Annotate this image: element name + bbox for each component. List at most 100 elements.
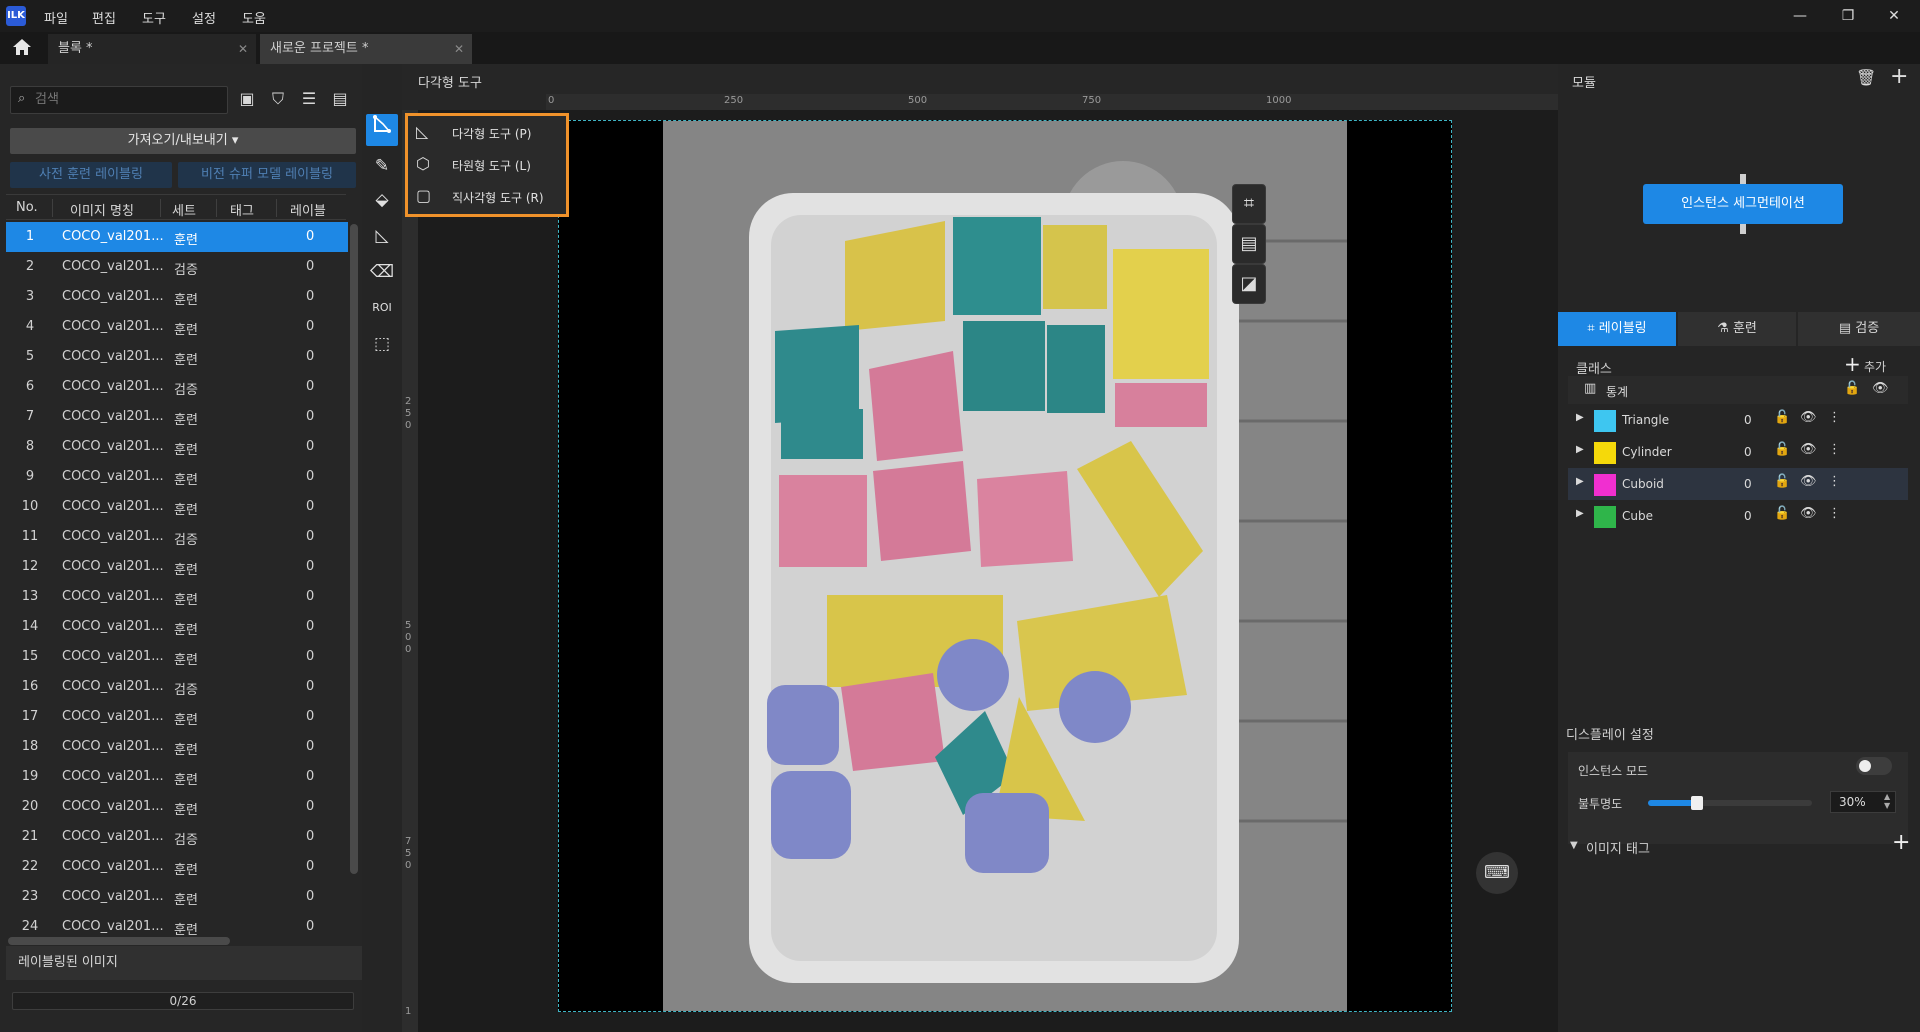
instance-mode-toggle[interactable]: [1856, 757, 1892, 775]
table-row[interactable]: 21 COCO_val201... 검증 0: [6, 822, 348, 852]
filter-icon[interactable]: ⛉: [265, 86, 291, 112]
table-row[interactable]: 15 COCO_val201... 훈련 0: [6, 642, 348, 672]
table-row[interactable]: 13 COCO_val201... 훈련 0: [6, 582, 348, 612]
select-region-icon[interactable]: ⬚: [366, 328, 398, 360]
magic-wand-icon[interactable]: ✎: [366, 150, 398, 182]
close-icon[interactable]: ✕: [454, 34, 464, 64]
home-icon[interactable]: [12, 38, 34, 58]
cell-no: 22: [21, 859, 39, 874]
cell-image-name: COCO_val201...: [62, 619, 164, 634]
table-row[interactable]: 1 COCO_val201... 훈련 0: [6, 222, 348, 252]
tab-new-project[interactable]: 새로운 프로젝트 * ✕: [260, 34, 472, 64]
restore-button[interactable]: ❐: [1828, 4, 1868, 28]
cell-image-name: COCO_val201...: [62, 889, 164, 904]
add-class-label[interactable]: 추가: [1864, 358, 1886, 375]
ruler-tool-icon[interactable]: ◺: [366, 220, 398, 252]
cell-label: 0: [306, 379, 315, 394]
image-add-icon[interactable]: ▣: [234, 86, 260, 112]
menu-settings[interactable]: 설정: [192, 8, 216, 27]
tab-validation[interactable]: ▤ 검증: [1798, 312, 1920, 346]
menu-file[interactable]: 파일: [44, 8, 68, 27]
cell-set: 훈련: [174, 923, 198, 938]
image-workspace[interactable]: ⌗ ▤ ◪ ⌨: [418, 110, 1558, 1032]
table-row[interactable]: 20 COCO_val201... 훈련 0: [6, 792, 348, 822]
col-image-name[interactable]: 이미지 명칭: [70, 200, 134, 219]
grid-view-icon[interactable]: ▤: [327, 86, 353, 112]
table-row[interactable]: 12 COCO_val201... 훈련 0: [6, 552, 348, 582]
import-export-button[interactable]: 가져오기/내보내기 ▾: [10, 128, 356, 154]
table-row[interactable]: 2 COCO_val201... 검증 0: [6, 252, 348, 282]
cell-label: 0: [306, 559, 315, 574]
cell-no: 15: [21, 649, 39, 664]
instance-segmentation-node[interactable]: 인스턴스 세그먼테이션: [1643, 184, 1843, 224]
tab-label: 새로운 프로젝트 *: [270, 41, 369, 56]
search-input[interactable]: [35, 92, 225, 107]
add-module-icon[interactable]: +: [1890, 64, 1908, 89]
table-row[interactable]: 7 COCO_val201... 훈련 0: [6, 402, 348, 432]
eraser-icon[interactable]: ⌫: [366, 256, 398, 288]
opacity-slider[interactable]: [1648, 796, 1812, 810]
col-label[interactable]: 레이블: [290, 200, 326, 219]
hide-mask-icon[interactable]: ◪: [1232, 264, 1266, 304]
ellipse-tool-option[interactable]: ⬡ 타원형 도구 (L): [408, 148, 566, 180]
cell-set: 훈련: [174, 293, 198, 308]
cell-no: 23: [21, 889, 39, 904]
polygon-tool-icon[interactable]: [366, 114, 398, 146]
image-frame[interactable]: [558, 120, 1452, 1012]
tab-labeling[interactable]: ⌗ 레이블링: [1558, 312, 1676, 346]
ruler-label: 750: [1082, 95, 1102, 106]
table-row[interactable]: 6 COCO_val201... 검증 0: [6, 372, 348, 402]
rectangle-tool-option[interactable]: ▢ 직사각형 도구 (R): [408, 180, 566, 212]
table-row[interactable]: 16 COCO_val201... 검증 0: [6, 672, 348, 702]
stamp-icon[interactable]: ⬙: [366, 184, 398, 216]
polygon-view-icon[interactable]: ⌗: [1232, 184, 1266, 224]
menu-help[interactable]: 도움: [242, 8, 266, 27]
cell-no: 3: [25, 289, 35, 304]
roi-tool-icon[interactable]: ROI: [366, 292, 398, 324]
close-button[interactable]: ✕: [1874, 4, 1914, 28]
label-visibility-icon[interactable]: ▤: [1232, 224, 1266, 264]
table-row[interactable]: 9 COCO_val201... 훈련 0: [6, 462, 348, 492]
search-box[interactable]: ⌕: [10, 86, 228, 114]
cell-image-name: COCO_val201...: [62, 649, 164, 664]
table-row[interactable]: 22 COCO_val201... 훈련 0: [6, 852, 348, 882]
minimize-button[interactable]: —: [1780, 4, 1820, 28]
ellipse-icon: ⬡: [416, 154, 430, 173]
tab-training[interactable]: ⚗ 훈련: [1678, 312, 1796, 346]
table-row[interactable]: 4 COCO_val201... 훈련 0: [6, 312, 348, 342]
collapse-icon[interactable]: ▼: [1570, 840, 1578, 851]
list-view-icon[interactable]: ☰: [296, 86, 322, 112]
opacity-slider-thumb[interactable]: [1691, 796, 1704, 810]
col-tag[interactable]: 태그: [230, 200, 254, 219]
spinner-icon[interactable]: ▲ ▼: [1884, 792, 1890, 810]
trash-icon[interactable]: 🗑: [1856, 68, 1876, 87]
keyboard-shortcuts-icon[interactable]: ⌨: [1476, 852, 1518, 894]
add-class-icon[interactable]: +: [1844, 352, 1861, 376]
table-row[interactable]: 8 COCO_val201... 훈련 0: [6, 432, 348, 462]
col-no[interactable]: No.: [16, 200, 38, 215]
table-row[interactable]: 23 COCO_val201... 훈련 0: [6, 882, 348, 912]
menu-edit[interactable]: 편집: [92, 8, 116, 27]
menu-tools[interactable]: 도구: [142, 8, 166, 27]
cell-label: 0: [306, 259, 315, 274]
tab-blocks[interactable]: 블록 * ✕: [48, 34, 256, 64]
polygon-tool-option[interactable]: ◺ 다각형 도구 (P): [408, 116, 566, 148]
table-row[interactable]: 17 COCO_val201... 훈련 0: [6, 702, 348, 732]
horizontal-scrollbar[interactable]: [8, 937, 230, 945]
vision-super-model-button[interactable]: 비전 슈퍼 모델 레이블링: [178, 162, 356, 188]
tab-label: 검증: [1855, 321, 1880, 336]
table-row[interactable]: 14 COCO_val201... 훈련 0: [6, 612, 348, 642]
table-row[interactable]: 5 COCO_val201... 훈련 0: [6, 342, 348, 372]
col-set[interactable]: 세트: [172, 200, 196, 219]
close-icon[interactable]: ✕: [238, 34, 248, 64]
table-row[interactable]: 11 COCO_val201... 검증 0: [6, 522, 348, 552]
table-row[interactable]: 19 COCO_val201... 훈련 0: [6, 762, 348, 792]
cell-label: 0: [306, 289, 315, 304]
table-row[interactable]: 18 COCO_val201... 훈련 0: [6, 732, 348, 762]
table-row[interactable]: 10 COCO_val201... 훈련 0: [6, 492, 348, 522]
pretrain-labeling-button[interactable]: 사전 훈련 레이블링: [10, 162, 172, 188]
add-tag-icon[interactable]: +: [1892, 830, 1910, 855]
vertical-scrollbar[interactable]: [350, 224, 358, 874]
ruler-label: 2 5 0: [405, 396, 412, 431]
table-row[interactable]: 3 COCO_val201... 훈련 0: [6, 282, 348, 312]
